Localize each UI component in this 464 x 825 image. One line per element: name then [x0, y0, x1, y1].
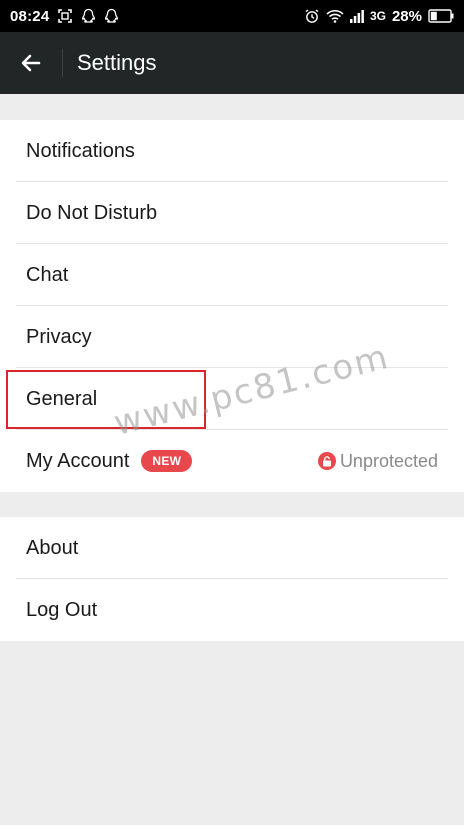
battery-icon [428, 9, 454, 23]
settings-item-label: Do Not Disturb [26, 201, 158, 224]
settings-group-main: Notifications Do Not Disturb Chat Privac… [0, 120, 464, 492]
app-bar-divider [62, 49, 63, 77]
status-bar: 08:24 3G 28% [0, 0, 464, 32]
account-status: Unprotected [317, 450, 438, 472]
settings-item-label: Chat [26, 263, 69, 286]
wifi-icon [326, 9, 344, 23]
lock-icon [317, 452, 336, 470]
status-bar-left: 08:24 [10, 8, 119, 25]
account-status-text: Unprotected [339, 450, 438, 471]
settings-item-do-not-disturb[interactable]: Do Not Disturb [0, 182, 464, 244]
qq-icon [81, 8, 96, 24]
settings-item-label: About [26, 536, 79, 559]
settings-item-privacy[interactable]: Privacy [0, 306, 464, 368]
settings-item-log-out[interactable]: Log Out [0, 579, 464, 641]
settings-item-label: My Account [26, 449, 130, 472]
signal-icon [349, 9, 364, 23]
alarm-icon [304, 8, 320, 24]
page-title: Settings [77, 50, 157, 75]
qq-icon [104, 8, 119, 24]
settings-item-chat[interactable]: Chat [0, 244, 464, 306]
back-button[interactable] [0, 32, 62, 94]
new-badge: NEW [141, 450, 193, 472]
settings-item-label: Notifications [26, 139, 135, 162]
settings-item-label: General [26, 387, 98, 410]
status-time: 08:24 [10, 7, 50, 25]
settings-item-label: Privacy [26, 325, 92, 348]
settings-item-my-account[interactable]: My Account NEW Unprotected [0, 430, 464, 492]
app-bar: Settings [0, 32, 464, 94]
settings-item-general[interactable]: General [0, 368, 464, 430]
status-bar-right: 3G 28% [304, 8, 454, 25]
screenshot-icon [57, 8, 73, 24]
settings-group-secondary: About Log Out [0, 517, 464, 641]
network-type: 3G [369, 9, 386, 23]
battery-percent: 28% [391, 7, 422, 25]
arrow-left-icon [21, 54, 41, 72]
settings-item-label: Log Out [26, 598, 98, 621]
settings-item-notifications[interactable]: Notifications [0, 120, 464, 182]
settings-item-about[interactable]: About [0, 517, 464, 579]
